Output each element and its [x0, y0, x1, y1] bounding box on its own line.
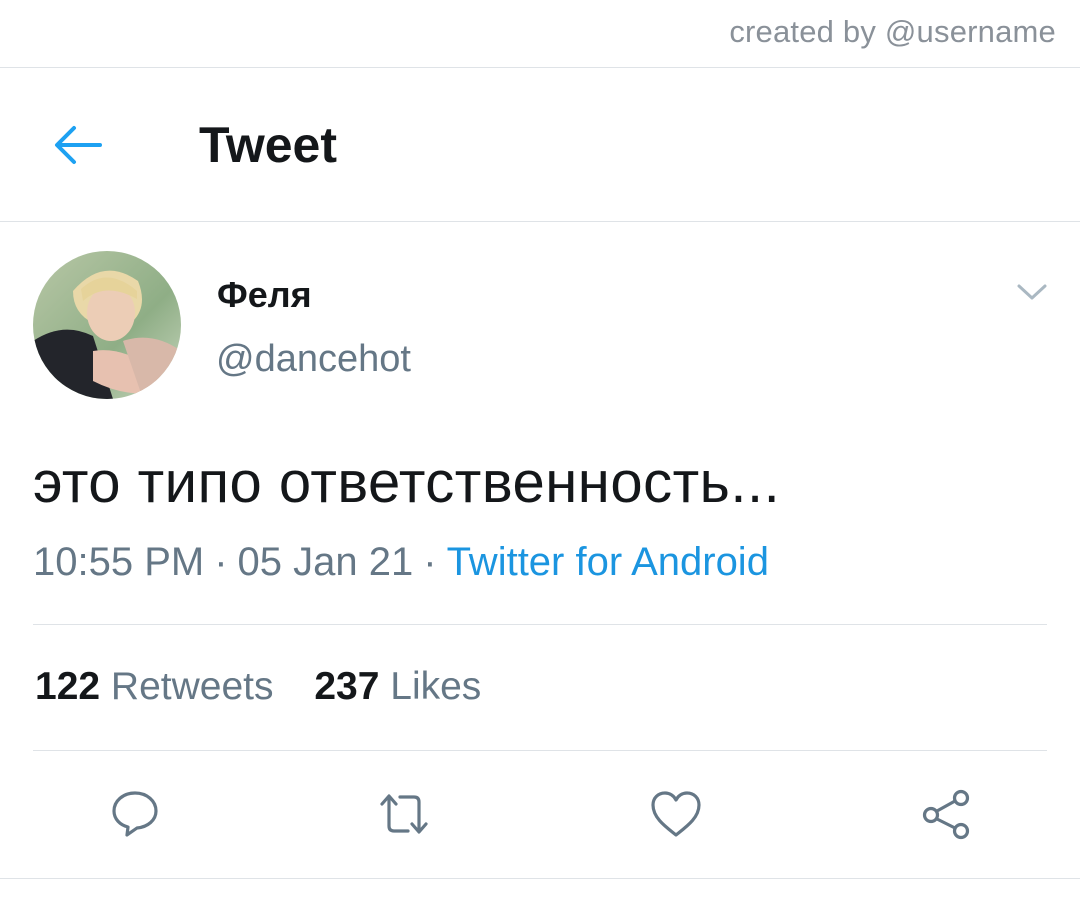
heart-icon — [651, 791, 701, 837]
more-options-button[interactable] — [1012, 276, 1052, 308]
like-button[interactable] — [648, 786, 704, 842]
meta-divider — [33, 624, 1047, 625]
retweet-icon — [380, 794, 428, 834]
reply-button[interactable] — [107, 786, 163, 842]
page-title: Tweet — [199, 117, 337, 173]
retweets-stat[interactable]: 122 Retweets — [35, 665, 274, 708]
chevron-down-icon — [1017, 284, 1047, 300]
avatar[interactable] — [33, 251, 181, 399]
likes-label: Likes — [390, 665, 482, 708]
speech-bubble-icon — [112, 791, 158, 837]
tweet-meta: 10:55 PM · 05 Jan 21 · Twitter for Android — [33, 540, 769, 585]
retweets-label: Retweets — [110, 665, 274, 708]
retweets-count: 122 — [35, 665, 101, 708]
meta-separator: · — [214, 540, 228, 584]
author-name[interactable]: Феля — [217, 274, 312, 316]
header-divider — [0, 221, 1080, 222]
stats-divider — [33, 750, 1047, 751]
tweet-text: это типо ответственность... — [33, 450, 781, 515]
likes-count: 237 — [314, 665, 380, 708]
back-button[interactable] — [46, 114, 108, 176]
credit-text: created by @username — [729, 14, 1056, 49]
share-button[interactable] — [918, 786, 974, 842]
retweet-button[interactable] — [376, 786, 432, 842]
author-handle[interactable]: @dancehot — [216, 338, 411, 381]
meta-separator: · — [423, 540, 437, 584]
tweet-time: 10:55 PM — [33, 540, 205, 584]
bottom-divider — [0, 878, 1080, 879]
tweet-source-link[interactable]: Twitter for Android — [447, 540, 769, 584]
tweet-date: 05 Jan 21 — [237, 540, 414, 584]
arrow-left-icon — [55, 126, 102, 164]
share-icon — [922, 789, 970, 840]
likes-stat[interactable]: 237 Likes — [314, 665, 481, 708]
tweet-header: Tweet — [0, 68, 1080, 221]
tweet-stats: 122 Retweets 237 Likes — [35, 665, 511, 709]
